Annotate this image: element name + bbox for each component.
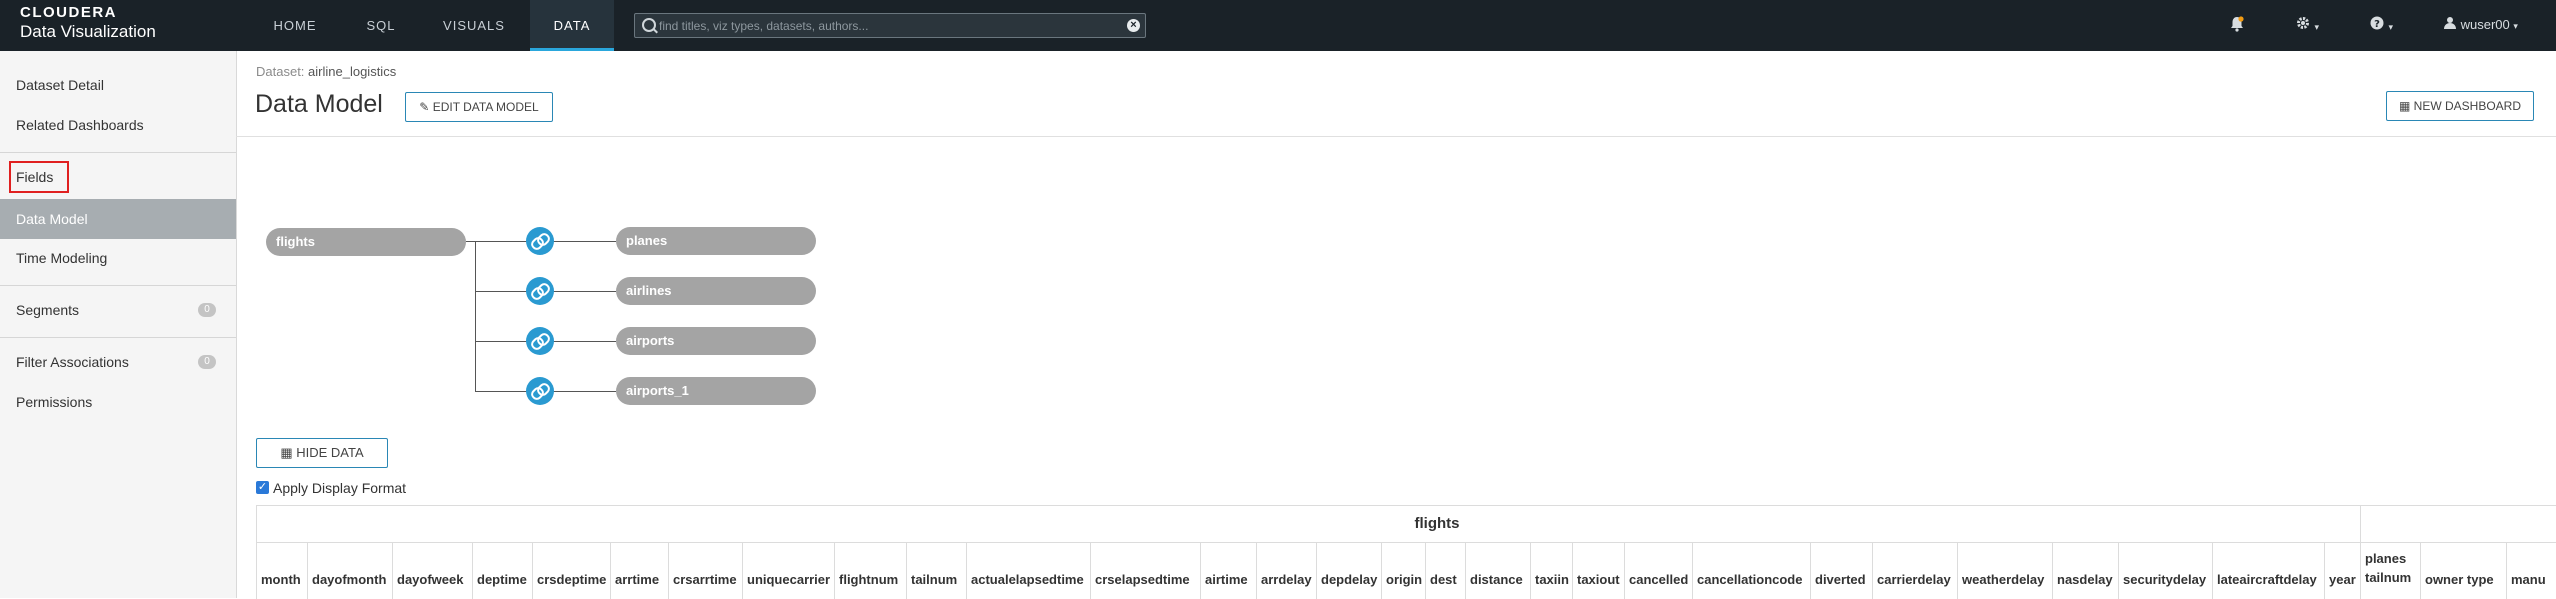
- sidebar-item-segments[interactable]: Segments 0: [0, 290, 236, 330]
- user-name: wuser00: [2460, 17, 2510, 32]
- brand-logo[interactable]: CLOUDERA Data Visualization: [20, 5, 156, 43]
- sidebar-divider: [0, 337, 236, 338]
- column-header[interactable]: cancellationcode: [1692, 542, 1810, 599]
- column-header[interactable]: depdelay: [1316, 542, 1381, 599]
- bell-icon[interactable]: [2230, 16, 2244, 37]
- hide-data-button[interactable]: ▦ HIDE DATA: [256, 438, 388, 468]
- search-input[interactable]: [657, 16, 1111, 36]
- user-icon: [2444, 17, 2461, 32]
- column-header[interactable]: weatherdelay: [1957, 542, 2052, 599]
- sidebar-item-label: Segments: [16, 302, 80, 318]
- connector-line: [475, 241, 476, 392]
- segments-count-badge: 0: [198, 303, 216, 317]
- header-divider: [236, 136, 2556, 137]
- column-header[interactable]: origin: [1381, 542, 1425, 599]
- nav-home[interactable]: HOME: [262, 0, 328, 51]
- column-header[interactable]: crsarrtime: [668, 542, 742, 599]
- column-header[interactable]: lateaircraftdelay: [2212, 542, 2324, 599]
- new-dashboard-label: NEW DASHBOARD: [2413, 99, 2522, 113]
- column-header[interactable]: securitydelay: [2118, 542, 2212, 599]
- column-header[interactable]: manu: [2506, 542, 2556, 599]
- nav-sql[interactable]: SQL: [353, 0, 409, 51]
- column-header[interactable]: crselapsedtime: [1090, 542, 1200, 599]
- sidebar-divider: [0, 285, 236, 286]
- join-link-icon[interactable]: [526, 327, 554, 355]
- table-group-flights: flights: [1414, 515, 1460, 532]
- column-header[interactable]: flightnum: [834, 542, 906, 599]
- edit-data-model-button[interactable]: ✎ EDIT DATA MODEL: [405, 92, 553, 122]
- breadcrumb-dataset[interactable]: airline_logistics: [308, 64, 396, 79]
- column-header[interactable]: diverted: [1810, 542, 1872, 599]
- column-header[interactable]: dayofweek: [392, 542, 472, 599]
- column-header[interactable]: taxiin: [1530, 542, 1572, 599]
- search-icon: [642, 18, 656, 32]
- svg-text:?: ?: [2374, 19, 2380, 30]
- column-header[interactable]: carrierdelay: [1872, 542, 1957, 599]
- table-icon: ▦: [280, 445, 293, 460]
- nav-data[interactable]: DATA: [530, 0, 614, 51]
- sidebar-item-related-dashboards[interactable]: Related Dashboards: [0, 105, 236, 145]
- sidebar-item-filter-associations[interactable]: Filter Associations 0: [0, 342, 236, 382]
- new-dashboard-button[interactable]: ▦ NEW DASHBOARD: [2386, 91, 2534, 121]
- column-header[interactable]: tailnum: [906, 542, 966, 599]
- column-header[interactable]: month: [256, 542, 307, 599]
- pencil-icon: ✎: [419, 100, 430, 114]
- sidebar-item-dataset-detail[interactable]: Dataset Detail: [0, 65, 236, 105]
- data-table: flights month dayofmonth dayofweek depti…: [256, 505, 2556, 599]
- column-header[interactable]: taxiout: [1572, 542, 1624, 599]
- breadcrumb-prefix: Dataset:: [256, 64, 305, 79]
- apply-display-format-label: Apply Display Format: [273, 480, 407, 496]
- brand-company: CLOUDERA: [20, 4, 117, 21]
- column-header[interactable]: nasdelay: [2052, 542, 2118, 599]
- model-node-airlines[interactable]: airlines: [616, 277, 816, 305]
- model-node-airports[interactable]: airports: [616, 327, 816, 355]
- model-node-flights[interactable]: flights: [266, 228, 466, 256]
- column-header[interactable]: actualelapsedtime: [966, 542, 1090, 599]
- sidebar: Dataset Detail Related Dashboards Fields…: [0, 51, 237, 598]
- dashboard-icon: ▦: [2398, 99, 2411, 113]
- clear-search-icon[interactable]: ×: [1127, 19, 1140, 32]
- page-title: Data Model: [255, 90, 383, 118]
- breadcrumb: Dataset: airline_logistics: [256, 64, 396, 79]
- column-header[interactable]: distance: [1465, 542, 1530, 599]
- model-node-airports-1[interactable]: airports_1: [616, 377, 816, 405]
- column-header[interactable]: year: [2324, 542, 2360, 599]
- column-header[interactable]: owner type: [2420, 542, 2506, 599]
- column-header[interactable]: cancelled: [1624, 542, 1692, 599]
- join-link-icon[interactable]: [526, 227, 554, 255]
- column-header[interactable]: crsdeptime: [532, 542, 610, 599]
- filter-associations-count-badge: 0: [198, 355, 216, 369]
- sidebar-divider: [0, 152, 236, 153]
- sidebar-item-data-model[interactable]: Data Model: [0, 199, 236, 239]
- sidebar-item-label: Filter Associations: [16, 354, 129, 370]
- column-header[interactable]: dest: [1425, 542, 1465, 599]
- help-caret-icon: ▾: [2388, 22, 2393, 32]
- column-header[interactable]: uniquecarrier: [742, 542, 834, 599]
- nav-visuals[interactable]: VISUALS: [432, 0, 516, 51]
- column-header[interactable]: airtime: [1200, 542, 1256, 599]
- column-header[interactable]: deptime: [472, 542, 532, 599]
- column-header[interactable]: planes tailnum: [2360, 542, 2420, 599]
- sidebar-item-time-modeling[interactable]: Time Modeling: [0, 238, 236, 278]
- column-header[interactable]: arrtime: [610, 542, 668, 599]
- column-header[interactable]: dayofmonth: [307, 542, 392, 599]
- brand-product: Data Visualization: [20, 22, 156, 41]
- column-header[interactable]: arrdelay: [1256, 542, 1316, 599]
- join-link-icon[interactable]: [526, 377, 554, 405]
- hide-data-label: HIDE DATA: [296, 445, 364, 460]
- search-box[interactable]: ×: [634, 13, 1146, 38]
- top-navbar: CLOUDERA Data Visualization HOME SQL VIS…: [0, 0, 2556, 51]
- sidebar-item-permissions[interactable]: Permissions: [0, 382, 236, 422]
- user-caret-icon: ▾: [2513, 21, 2518, 31]
- help-icon[interactable]: ? ▾: [2370, 16, 2393, 35]
- model-node-planes[interactable]: planes: [616, 227, 816, 255]
- apply-display-format-checkbox[interactable]: ✓: [256, 481, 269, 494]
- join-link-icon[interactable]: [526, 277, 554, 305]
- gear-icon[interactable]: ▾: [2296, 16, 2319, 35]
- user-menu[interactable]: wuser00 ▾: [2444, 16, 2518, 32]
- gear-caret-icon: ▾: [2314, 22, 2319, 32]
- highlight-box: [9, 161, 69, 193]
- edit-data-model-label: EDIT DATA MODEL: [432, 100, 539, 114]
